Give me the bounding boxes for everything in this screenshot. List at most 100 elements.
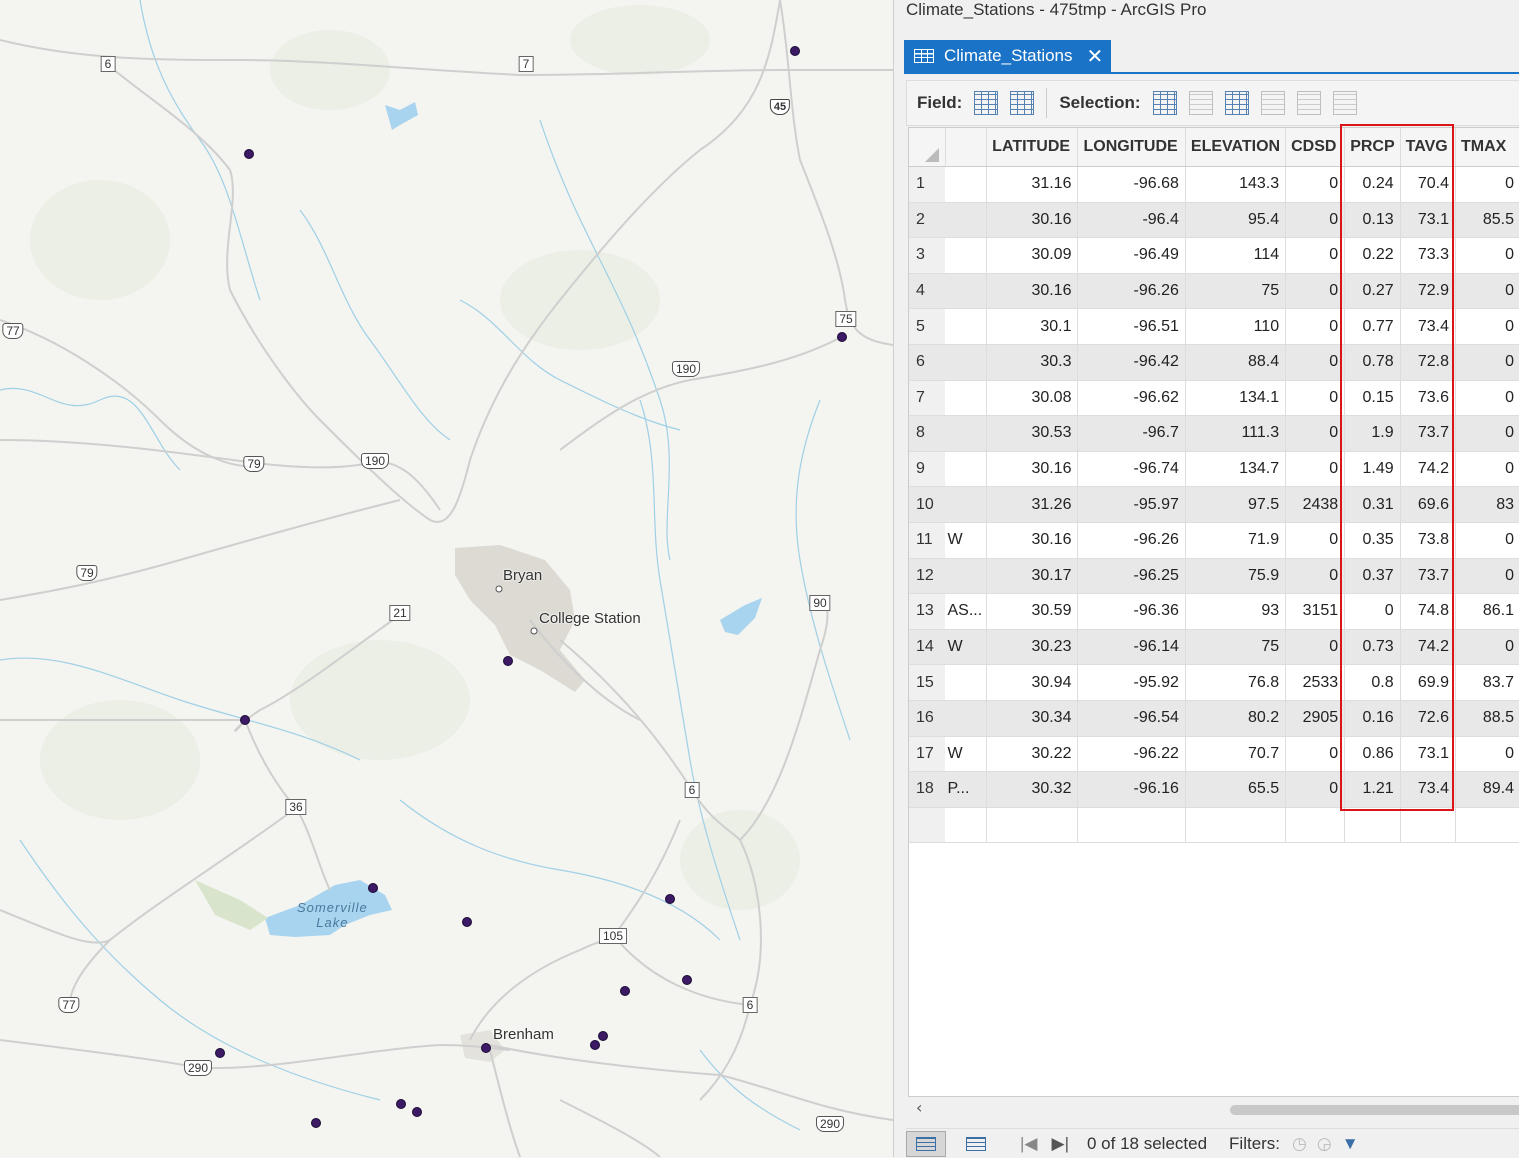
row-number[interactable]: 6: [909, 344, 946, 381]
station-point[interactable]: [837, 332, 847, 342]
text-cell: [945, 344, 988, 381]
row-number[interactable]: 2: [909, 202, 946, 239]
station-point[interactable]: [503, 656, 513, 666]
column-header-latitude[interactable]: LATITUDE: [986, 128, 1079, 167]
station-point[interactable]: [598, 1031, 608, 1041]
select-all-corner[interactable]: [909, 128, 946, 167]
new-row[interactable]: [909, 807, 1519, 844]
station-point[interactable]: [412, 1107, 422, 1117]
row-number[interactable]: 16: [909, 700, 946, 737]
latitude-cell: 31.26: [986, 486, 1079, 523]
elevation-cell: 143.3: [1185, 166, 1287, 203]
row-number[interactable]: 8: [909, 415, 946, 452]
column-header-longitude[interactable]: LONGITUDE: [1077, 128, 1186, 167]
cdsd-cell: 0: [1285, 380, 1346, 417]
row-number[interactable]: 3: [909, 237, 946, 274]
tmax-cell: 0: [1455, 522, 1519, 559]
cdsd-cell: 0: [1285, 771, 1346, 808]
cdsd-cell: 0: [1285, 736, 1346, 773]
tab-climate-stations[interactable]: Climate_Stations ✕: [904, 40, 1111, 72]
station-point[interactable]: [396, 1099, 406, 1109]
zoom-to-selection-icon[interactable]: [1188, 91, 1213, 115]
row-number[interactable]: 7: [909, 380, 946, 417]
cdsd-cell: 0: [1285, 202, 1346, 239]
row-number[interactable]: 4: [909, 273, 946, 310]
delete-selection-icon[interactable]: [1296, 91, 1321, 115]
tmax-cell: 0: [1455, 237, 1519, 274]
empty-cell: [1400, 807, 1457, 844]
empty-cell: [1285, 807, 1346, 844]
elevation-cell: 110: [1185, 308, 1287, 345]
row-number[interactable]: 1: [909, 166, 946, 203]
clear-selection-icon[interactable]: [1260, 91, 1285, 115]
switch-selection-icon[interactable]: [1224, 91, 1249, 115]
text-cell: [945, 273, 988, 310]
us-highway-shield: 290: [183, 1060, 213, 1076]
station-point[interactable]: [665, 894, 675, 904]
row-number[interactable]: 15: [909, 664, 946, 701]
elevation-cell: 76.8: [1185, 664, 1287, 701]
column-header-tmax[interactable]: TMAX: [1455, 128, 1519, 167]
column-header-elevation[interactable]: ELEVATION: [1185, 128, 1287, 167]
cdsd-cell: 0: [1285, 344, 1346, 381]
copy-selection-icon[interactable]: [1332, 91, 1357, 115]
definition-query-icon[interactable]: ▼: [1342, 1134, 1359, 1154]
row-number[interactable]: 9: [909, 451, 946, 488]
range-filter-icon[interactable]: ◶: [1317, 1134, 1332, 1154]
latitude-cell: 30.16: [986, 451, 1079, 488]
elevation-cell: 75: [1185, 273, 1287, 310]
row-number[interactable]: 10: [909, 486, 946, 523]
scroll-left-icon[interactable]: ‹: [916, 1098, 922, 1117]
row-number[interactable]: 18: [909, 771, 946, 808]
station-point[interactable]: [620, 986, 630, 996]
row-number[interactable]: 5: [909, 308, 946, 345]
map-view[interactable]: 6 7 45 75 190 77 79 190 79 21 90 6 36 10…: [0, 0, 893, 1157]
row-number[interactable]: 11: [909, 522, 946, 559]
station-point[interactable]: [311, 1118, 321, 1128]
text-cell: [945, 700, 988, 737]
station-point[interactable]: [682, 975, 692, 985]
map-canvas: [0, 0, 893, 1157]
column-header-cdsd[interactable]: CDSD: [1285, 128, 1346, 167]
first-record-icon[interactable]: |◀: [1020, 1134, 1038, 1154]
row-number[interactable]: 17: [909, 736, 946, 773]
tmax-cell: 0: [1455, 415, 1519, 452]
empty-cell: [1455, 807, 1519, 844]
show-selected-records-button[interactable]: [956, 1131, 996, 1157]
time-filter-icon[interactable]: ◷: [1292, 1134, 1307, 1154]
cdsd-cell: 0: [1285, 451, 1346, 488]
show-all-records-button[interactable]: [906, 1130, 946, 1157]
station-point[interactable]: [590, 1040, 600, 1050]
column-header[interactable]: [945, 128, 988, 167]
station-point[interactable]: [244, 149, 254, 159]
station-point[interactable]: [481, 1043, 491, 1053]
row-number[interactable]: 12: [909, 558, 946, 595]
us-highway-shield: 77: [2, 323, 24, 339]
elevation-cell: 65.5: [1185, 771, 1287, 808]
row-number[interactable]: 14: [909, 629, 946, 666]
horizontal-scrollbar[interactable]: ‹: [908, 1098, 1519, 1120]
station-point[interactable]: [368, 883, 378, 893]
last-record-icon[interactable]: ▶|: [1052, 1134, 1070, 1154]
longitude-cell: -96.36: [1077, 593, 1186, 630]
latitude-cell: 30.08: [986, 380, 1079, 417]
calculate-field-icon[interactable]: [1010, 91, 1035, 115]
longitude-cell: -96.22: [1077, 736, 1186, 773]
row-number[interactable]: 13: [909, 593, 946, 630]
longitude-cell: -96.26: [1077, 522, 1186, 559]
select-by-attributes-icon[interactable]: [1152, 91, 1177, 115]
station-point[interactable]: [215, 1048, 225, 1058]
scrollbar-thumb[interactable]: [1230, 1105, 1519, 1115]
add-field-icon[interactable]: [974, 91, 999, 115]
station-point[interactable]: [790, 46, 800, 56]
longitude-cell: -96.26: [1077, 273, 1186, 310]
close-icon[interactable]: ✕: [1087, 46, 1104, 66]
highway-shield: 105: [598, 928, 628, 944]
station-point[interactable]: [240, 715, 250, 725]
station-point[interactable]: [462, 917, 472, 927]
tmax-cell: 0: [1455, 629, 1519, 666]
elevation-cell: 70.7: [1185, 736, 1287, 773]
empty-cell: [1185, 807, 1287, 844]
highway-shield: 6: [742, 997, 758, 1013]
text-cell: P...: [945, 771, 988, 808]
